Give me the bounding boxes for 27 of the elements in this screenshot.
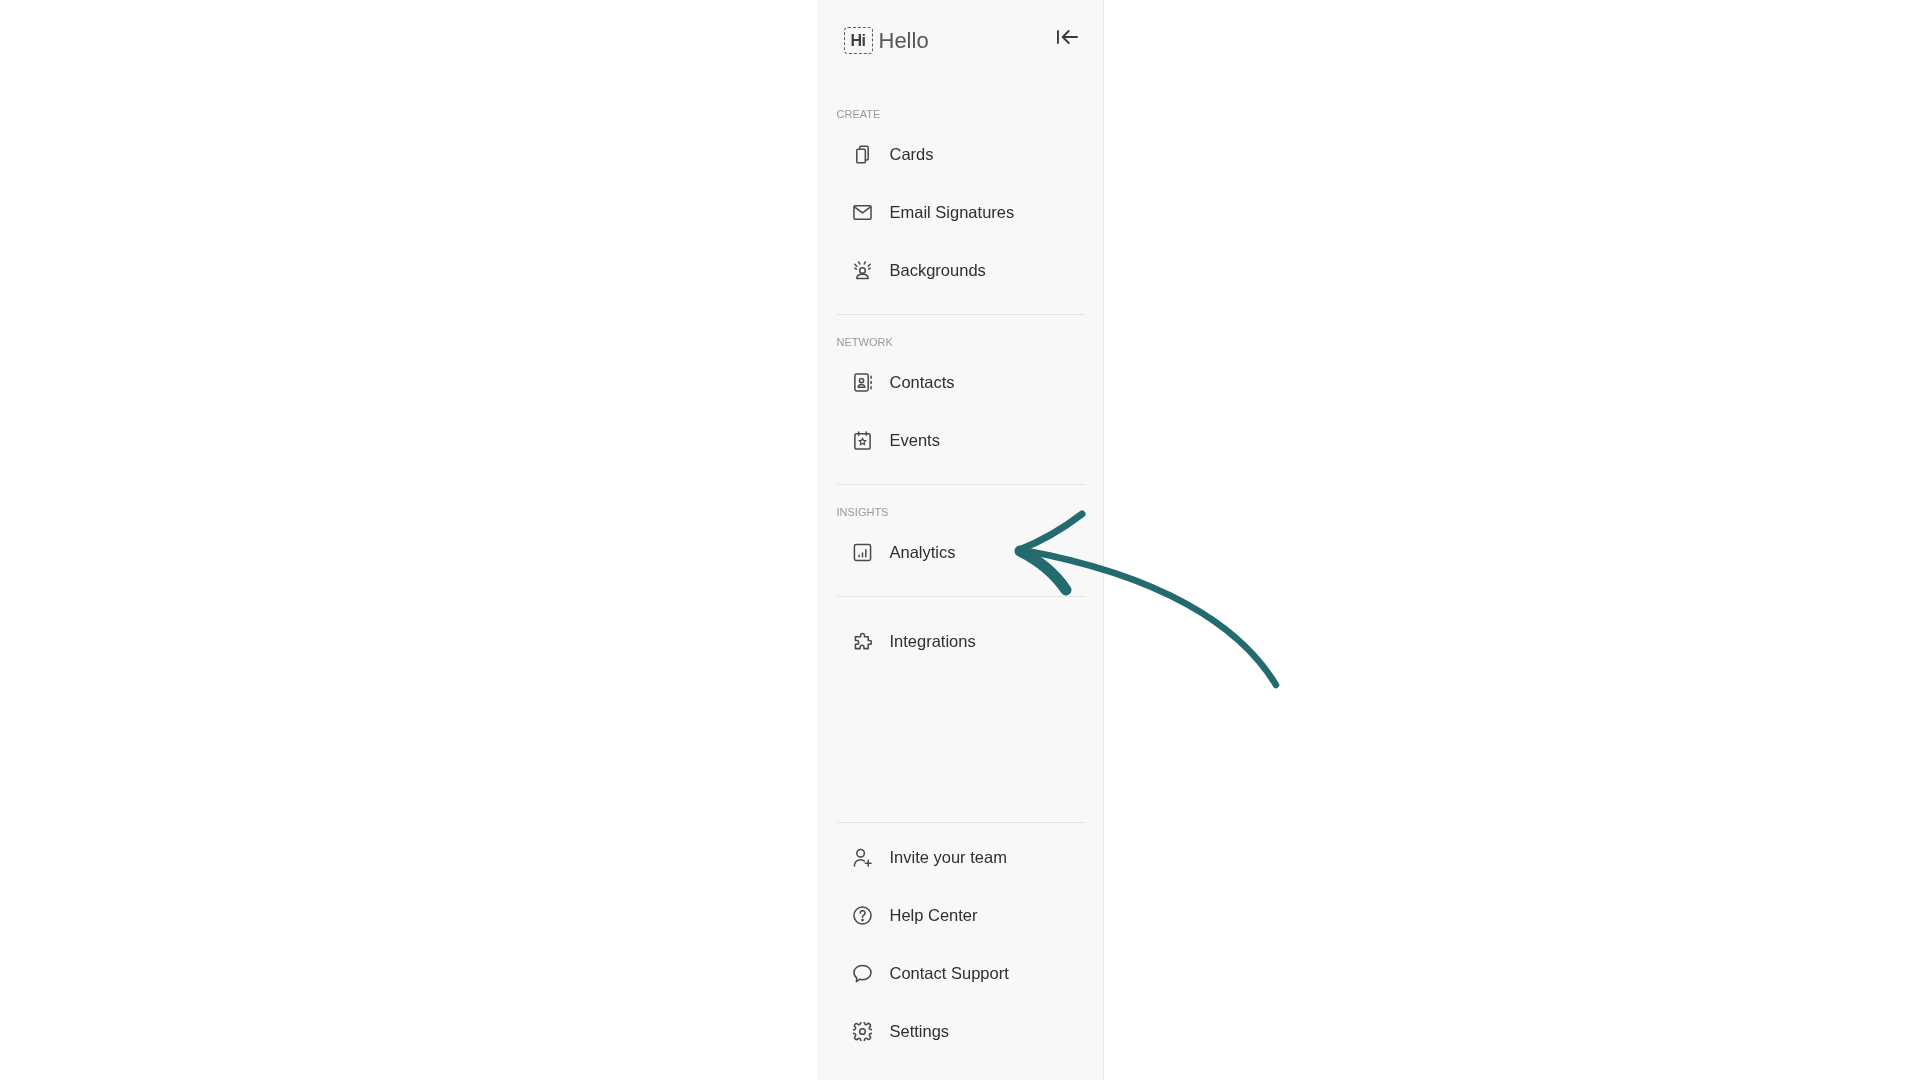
puzzle-icon: [852, 631, 872, 651]
help-icon: [852, 905, 872, 925]
nav-item[interactable]: Settings: [836, 1009, 1085, 1053]
bar-chart-icon: [852, 542, 872, 562]
speech-bubble-icon: [852, 963, 872, 983]
contact-card-icon: [852, 372, 872, 392]
nav-item[interactable]: Help Center: [836, 893, 1085, 937]
arrow-left-bar-icon: [1056, 29, 1078, 44]
section-heading: INSIGHTS: [836, 505, 890, 519]
nav-item[interactable]: Analytics: [836, 530, 1085, 574]
user-plus-icon: [852, 847, 872, 867]
nav-item[interactable]: Events: [836, 418, 1085, 462]
nav-item[interactable]: Invite your team: [836, 835, 1085, 879]
envelope-icon: [852, 202, 872, 222]
nav-item[interactable]: Integrations: [836, 619, 1085, 663]
section-heading: NETWORK: [836, 335, 894, 349]
nav-item[interactable]: Contacts: [836, 360, 1085, 404]
settings-icon: [852, 1021, 872, 1041]
person-rays-icon: [852, 260, 872, 280]
nav-item[interactable]: Contact Support: [836, 951, 1085, 995]
logo-mark[interactable]: Hi: [843, 27, 873, 54]
nav-item[interactable]: Email Signatures: [836, 190, 1085, 234]
nav-item[interactable]: Cards: [836, 132, 1085, 176]
nav-item[interactable]: Backgrounds: [836, 248, 1085, 292]
section-heading: CREATE: [836, 107, 882, 121]
brand-name: Hello: [878, 27, 929, 54]
collapse-sidebar-button[interactable]: [1056, 29, 1078, 44]
